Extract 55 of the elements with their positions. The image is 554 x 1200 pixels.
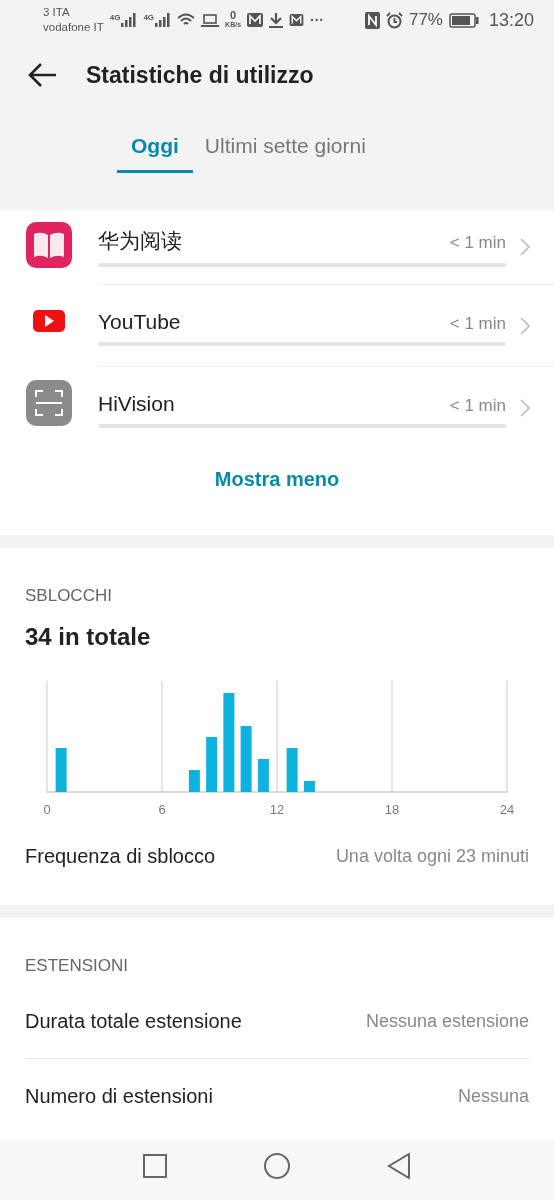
chart-bar bbox=[303, 781, 315, 792]
signal-icon bbox=[155, 13, 172, 27]
chart-bar bbox=[188, 770, 200, 792]
axis-label: 6 bbox=[158, 802, 166, 817]
axis-label: 24 bbox=[499, 802, 515, 817]
usage-time: < 1 min bbox=[449, 233, 506, 253]
usage-time: < 1 min bbox=[449, 313, 506, 334]
alarm-icon bbox=[385, 11, 403, 29]
section-heading: ESTENSIONI bbox=[25, 956, 129, 976]
page-title: Statistiche di utilizzo bbox=[86, 61, 314, 89]
more-notifications: ··· bbox=[310, 12, 325, 28]
carrier-name: vodafone IT bbox=[43, 20, 104, 35]
battery-percent: 77% bbox=[408, 10, 443, 30]
setting-label: Durata totale estensione bbox=[25, 1009, 242, 1033]
back-arrow-icon[interactable] bbox=[28, 62, 58, 88]
usage-time: < 1 min bbox=[449, 395, 506, 416]
setting-value: Una volta ogni 23 minuti bbox=[335, 846, 529, 867]
setting-label: Numero di estensioni bbox=[25, 1084, 213, 1108]
section-heading: SBLOCCHI bbox=[25, 586, 113, 606]
tab[interactable]: Ultimi sette giorni bbox=[204, 134, 366, 170]
network-type: 4G bbox=[143, 13, 155, 22]
axis-label: 18 bbox=[384, 802, 400, 817]
mail-icon bbox=[289, 14, 305, 26]
laptop-icon bbox=[201, 13, 220, 27]
back-button[interactable] bbox=[387, 1153, 411, 1179]
network-type: 4G bbox=[109, 13, 121, 22]
book-icon[interactable] bbox=[26, 222, 72, 268]
chart-bar bbox=[206, 737, 218, 792]
axis-label: 12 bbox=[269, 802, 285, 817]
recent-apps-button[interactable] bbox=[143, 1154, 167, 1178]
app-name: 华为阅读 bbox=[98, 228, 182, 254]
chart-bar bbox=[55, 748, 67, 792]
speed-value: 0 bbox=[230, 10, 237, 20]
carrier-name: 3 ITA bbox=[43, 5, 71, 20]
axis-label: 0 bbox=[43, 802, 51, 817]
setting-value: Nessuna estensione bbox=[365, 1010, 529, 1032]
setting-label: Frequenza di sblocco bbox=[25, 845, 216, 868]
battery-icon bbox=[448, 12, 479, 28]
chart-bar bbox=[286, 748, 298, 792]
nfc-icon bbox=[364, 11, 380, 29]
download-icon bbox=[269, 12, 284, 28]
home-button[interactable] bbox=[263, 1152, 291, 1180]
show-less-link[interactable]: Mostra meno bbox=[214, 468, 340, 491]
tab[interactable]: Oggi bbox=[117, 134, 193, 173]
unlock-total: 34 in totale bbox=[25, 623, 152, 651]
mail-icon bbox=[247, 13, 264, 27]
signal-icon bbox=[121, 13, 138, 27]
app-name: HiVision bbox=[98, 391, 175, 416]
wifi-icon bbox=[177, 13, 196, 27]
scan-icon[interactable] bbox=[26, 380, 72, 426]
chart-bar bbox=[257, 759, 269, 792]
clock: 13:20 bbox=[488, 9, 534, 31]
chart-bar bbox=[240, 726, 252, 792]
setting-value: Nessuna bbox=[457, 1085, 529, 1107]
app-name: YouTube bbox=[98, 309, 181, 334]
